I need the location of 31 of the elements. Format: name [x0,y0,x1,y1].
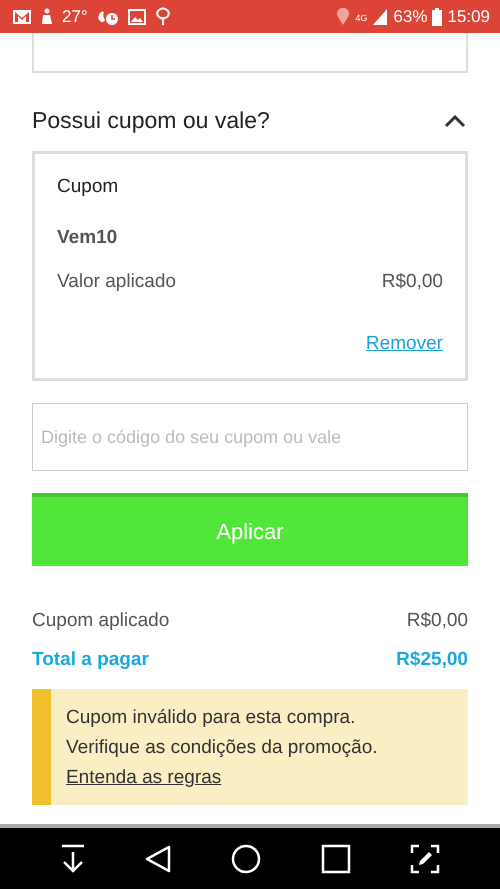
battery-level: 63% [393,6,428,26]
edit-icon[interactable] [410,844,440,874]
summary-label: Cupom aplicado [32,610,170,632]
chevron-icon[interactable] [444,114,466,128]
back-icon[interactable] [145,844,172,874]
location-icon [336,8,350,26]
mail-icon [12,8,32,24]
warning-text: Verifique as condições da promoção. [66,737,378,759]
temperature: 27° [62,6,88,26]
battery-icon [432,8,442,26]
summary-value: R$0,00 [406,610,468,632]
value-amount: R$0,00 [382,271,443,293]
image-icon [128,8,146,24]
rules-link[interactable]: Entenda as regras [66,767,222,789]
home-icon[interactable] [230,844,261,874]
network-type: 4G [355,12,368,22]
apply-button[interactable]: Aplicar [32,493,468,566]
clock-time: 15:09 [447,6,490,26]
remove-link[interactable]: Remover [366,333,443,355]
value-label: Valor aplicado [57,271,176,293]
summary-value: R$25,00 [396,649,468,671]
coupon-code: Vem10 [57,227,118,249]
warning-text: Cupom inválido para esta compra. [66,707,356,729]
section-title: Possui cupom ou vale? [32,107,270,134]
signal-icon [372,8,388,26]
coupon-input[interactable]: Digite o código do seu cupom ou vale [32,403,468,471]
summary-label: Total a pagar [32,649,149,671]
card-heading: Cupom [57,176,120,198]
recents-icon[interactable] [320,844,351,874]
person-icon [40,8,54,26]
download-icon[interactable] [60,844,86,874]
